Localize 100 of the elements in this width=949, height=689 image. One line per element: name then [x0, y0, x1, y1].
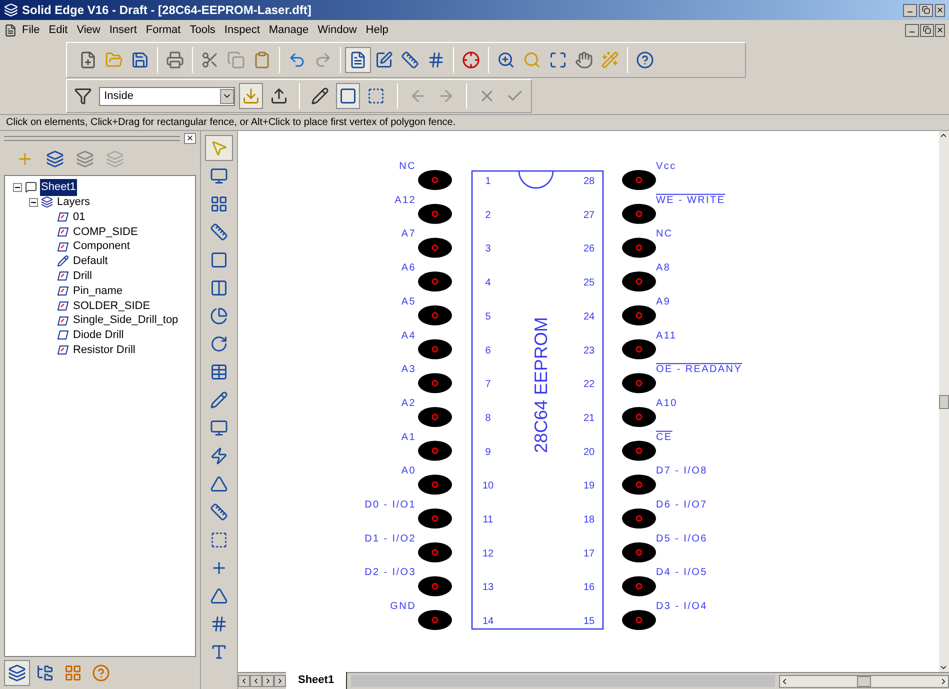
tree-item[interactable]: COMP_SIDE [72, 224, 139, 240]
sheet-nav-button[interactable] [250, 675, 262, 687]
minimize-button[interactable] [903, 4, 917, 16]
grid-icon [427, 51, 445, 69]
pad-drawing [622, 339, 656, 360]
layers-tab[interactable] [4, 660, 30, 686]
pin-number: 13 [482, 582, 494, 594]
tool-button[interactable] [205, 135, 233, 161]
pad-drawing [418, 272, 452, 292]
tree-item[interactable]: Single_Side_Drill_top [72, 312, 180, 329]
vertical-scrollbar[interactable] [939, 131, 949, 672]
tree-item[interactable]: SOLDER_SIDE [72, 298, 152, 314]
pad-drawing [418, 576, 452, 596]
pad-drawing [622, 373, 656, 394]
hide-layer-icon [76, 150, 94, 168]
pad-drawing [622, 440, 656, 461]
menu-item[interactable]: Format [142, 22, 185, 38]
menu-item[interactable]: Manage [264, 22, 313, 38]
sheet-tab[interactable]: Sheet1 [286, 672, 348, 689]
pad-drawing [622, 576, 656, 596]
menu-item[interactable]: Tools [186, 22, 220, 38]
tree-item[interactable]: Component [72, 238, 131, 255]
horizontal-scrollbar[interactable] [779, 674, 949, 688]
tool-icon [210, 615, 228, 633]
restore-button[interactable] [920, 24, 934, 36]
pad-drawing [418, 170, 452, 190]
zoom-area-icon [497, 51, 515, 69]
prompt-text: Click on elements, Click+Drag for rectangular fence, or Alt+Click to place first vertex of polygon fence. [6, 116, 456, 130]
collapse-toggle[interactable] [13, 182, 22, 192]
tree-item[interactable]: Diode Drill [72, 327, 125, 344]
pad-drawing [418, 204, 452, 224]
fence-dropdown[interactable]: Inside [99, 86, 235, 106]
close-icon [936, 6, 944, 14]
pin-number: 1 [485, 176, 491, 187]
scroll-thumb[interactable] [939, 394, 949, 408]
sheet-icon [25, 181, 37, 194]
close-button[interactable] [184, 132, 196, 144]
pin-number: 20 [583, 446, 595, 458]
pin-number: 17 [583, 548, 595, 560]
menu-item[interactable]: View [72, 22, 104, 38]
scroll-thumb[interactable] [857, 676, 871, 686]
document-icon [4, 24, 17, 36]
menu-item[interactable]: Window [314, 22, 361, 38]
tool-icon [210, 167, 228, 185]
rectangle-fence-button[interactable] [336, 83, 360, 109]
restore-button[interactable] [919, 4, 933, 16]
sheet-nav-button[interactable] [238, 675, 250, 687]
tree-item[interactable]: Layers [56, 194, 92, 210]
tree-item[interactable]: Resistor Drill [72, 342, 136, 358]
tree-item[interactable]: Drill [72, 268, 93, 284]
pin-number: 25 [583, 278, 595, 289]
tool-icon [210, 391, 228, 409]
sheet-nav-button[interactable] [262, 675, 274, 687]
layer-icon [57, 330, 69, 340]
pan-icon [575, 51, 593, 69]
pad-drawing [622, 542, 656, 562]
undo-icon [288, 51, 306, 69]
pin-number: 28 [583, 176, 595, 187]
tree-item[interactable]: Sheet1 [40, 179, 77, 196]
menu-item[interactable]: File [18, 22, 44, 38]
pin-number: 11 [482, 514, 494, 526]
drawing-view-button[interactable] [345, 47, 371, 73]
pin-number: 7 [485, 379, 491, 390]
pin-number: 8 [485, 412, 491, 424]
tool-icon [210, 447, 228, 465]
close-button[interactable] [935, 24, 945, 36]
menu-item[interactable]: Edit [44, 22, 72, 38]
pin-number: 24 [583, 311, 595, 322]
tool-icon [210, 223, 228, 241]
tree-item[interactable]: 01 [72, 208, 86, 226]
new-layer-icon [16, 150, 34, 168]
pin-label: A5 [401, 296, 416, 308]
print-icon [166, 51, 184, 69]
layer-icon [57, 242, 69, 252]
ruler-icon [401, 51, 419, 69]
pin-label: A10 [656, 398, 678, 409]
tool-icon [210, 363, 228, 381]
pad-drawing [622, 238, 656, 258]
paste-icon [253, 51, 271, 69]
pin-number: 15 [583, 616, 595, 628]
collapse-toggle[interactable] [29, 198, 38, 207]
tool-icon [210, 559, 228, 577]
tree-item[interactable]: Default [72, 253, 109, 270]
minimize-button[interactable] [905, 24, 919, 36]
pin-label: A1 [401, 432, 416, 443]
tool-icon [210, 279, 228, 297]
tree-item[interactable]: Pin_name [72, 282, 124, 300]
tool-icon [210, 587, 228, 605]
pin-number: 2 [485, 210, 491, 221]
pad-drawing [622, 474, 656, 495]
menu-item[interactable]: Insert [105, 22, 141, 38]
close-button[interactable] [935, 4, 945, 16]
pin-label: A4 [401, 330, 416, 342]
pin-number: 19 [583, 480, 595, 492]
pad-drawing [418, 610, 452, 630]
menu-item[interactable]: Inspect [220, 22, 264, 38]
menu-item[interactable]: Help [362, 22, 392, 38]
pin-number: 16 [583, 582, 595, 594]
pin-label: D0 - I/O1 [364, 500, 416, 510]
restore-icon [923, 26, 931, 34]
